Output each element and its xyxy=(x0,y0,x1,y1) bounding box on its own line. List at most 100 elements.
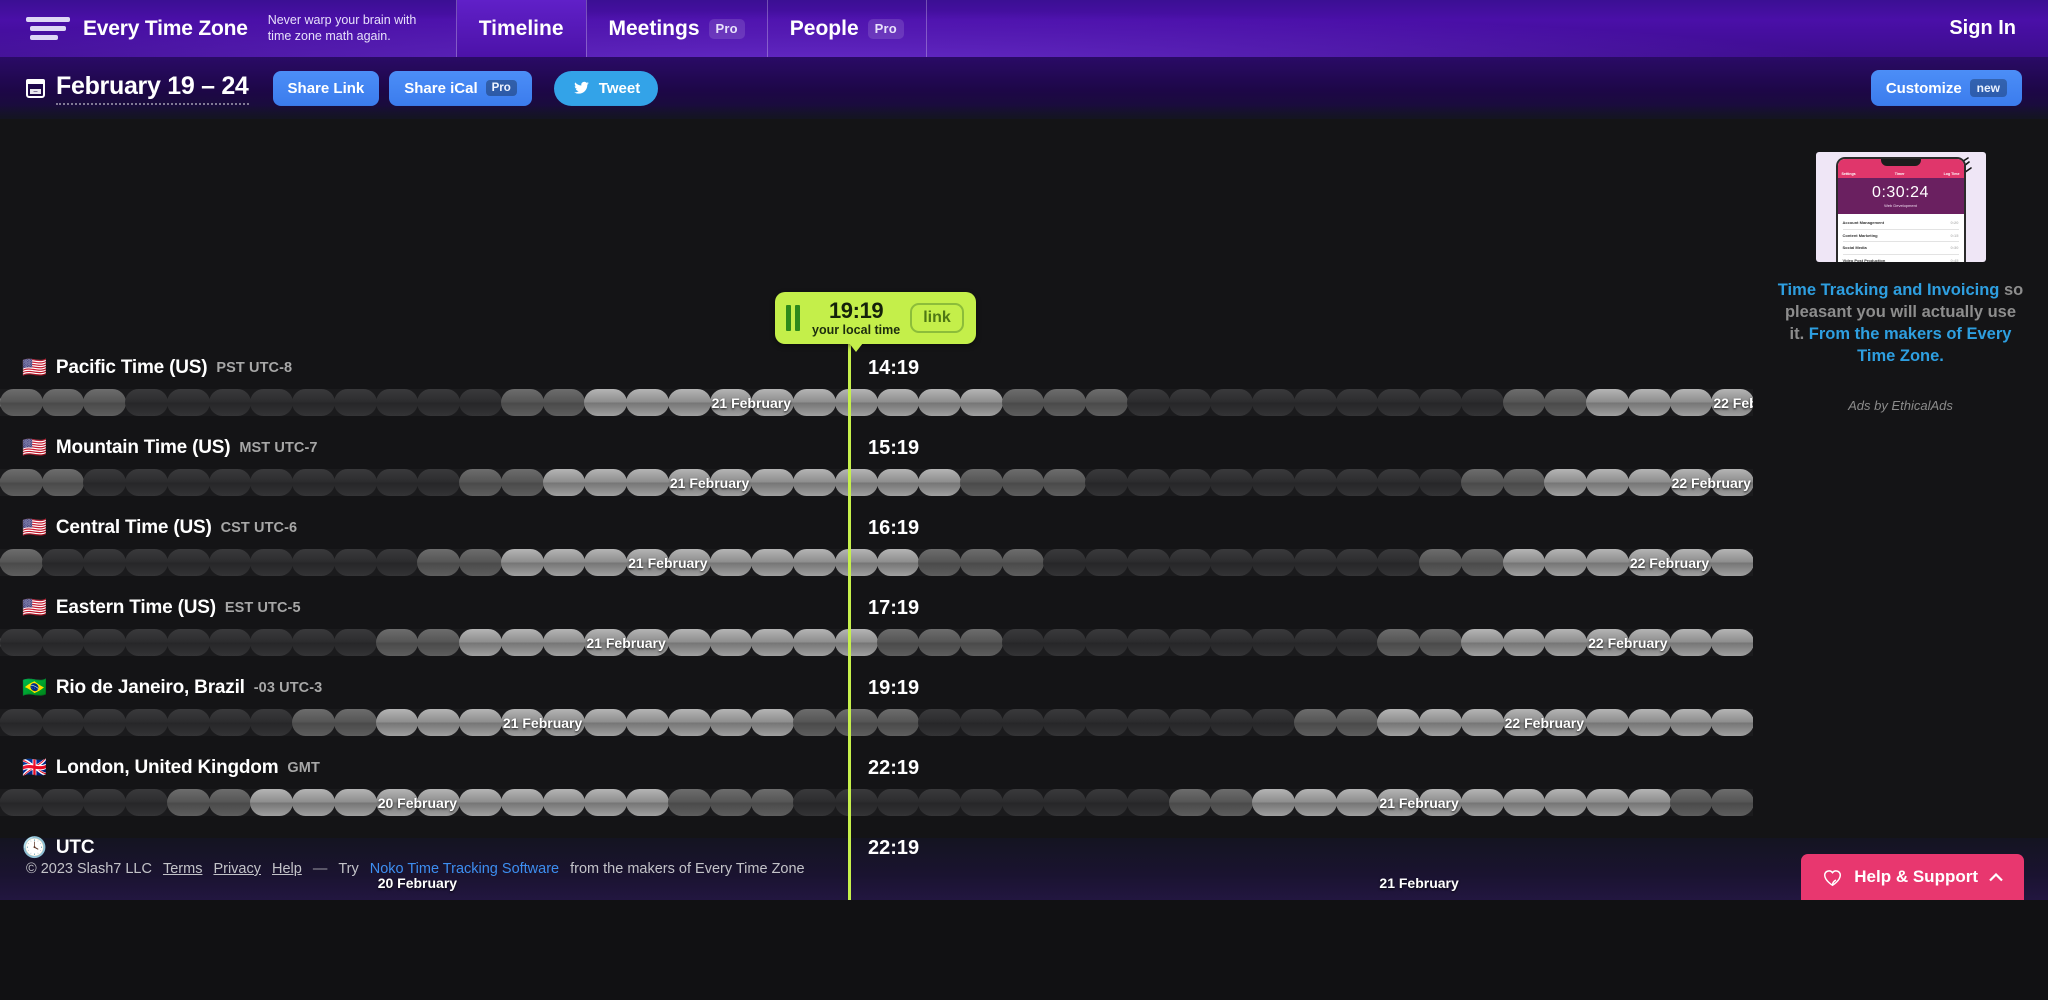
timezone-abbr: MST UTC-7 xyxy=(239,440,318,456)
hour-segment xyxy=(793,549,836,576)
help-support-button[interactable]: Help & Support xyxy=(1801,854,2024,900)
timezone-abbr: -03 UTC-3 xyxy=(253,680,323,696)
ad-link-primary[interactable]: Time Tracking and Invoicing xyxy=(1778,281,2000,299)
hour-segment xyxy=(1711,789,1753,816)
hour-segment xyxy=(1502,389,1546,416)
share-link-button[interactable]: Share Link xyxy=(272,70,380,106)
hour-segment xyxy=(0,709,43,736)
nav-item-label: Timeline xyxy=(478,16,564,40)
hour-segment xyxy=(459,629,502,656)
hour-segment xyxy=(1460,549,1504,576)
hour-segment xyxy=(1544,789,1588,816)
tweet-button[interactable]: Tweet xyxy=(553,70,659,106)
day-night-bar[interactable]: 21 February22 February xyxy=(0,629,1753,656)
hour-segment xyxy=(0,469,43,496)
hour-segment xyxy=(1627,389,1671,416)
phone-task-value: 0:15 xyxy=(1950,232,1959,238)
hour-segment xyxy=(1377,629,1421,656)
hour-segment xyxy=(500,549,544,576)
hour-segment xyxy=(1001,629,1045,656)
hour-segment xyxy=(1669,789,1713,816)
hour-segment xyxy=(793,389,836,416)
nav-item-meetings[interactable]: Meetings Pro xyxy=(587,0,767,57)
hour-segment xyxy=(876,709,920,736)
hour-segment xyxy=(1168,629,1212,656)
pause-icon[interactable] xyxy=(786,305,800,332)
hour-segment xyxy=(250,549,294,576)
phone-task-item: Social Media 0:30 xyxy=(1842,242,1959,255)
day-night-bar[interactable]: 21 February22 February xyxy=(0,709,1753,736)
hour-segment xyxy=(0,789,43,816)
timezone-row[interactable]: 🇺🇸 Mountain Time (US) MST UTC-7 15:19 21 Feb… xyxy=(0,427,1753,507)
timeline-area: 19:19 your local time link 🇺🇸 Pacific Tim… xyxy=(0,119,2048,900)
hour-segment xyxy=(208,549,252,576)
hour-segment xyxy=(1502,549,1546,576)
timezone-name: UTC xyxy=(55,837,95,858)
ad-attribution: Ads by EthicalAds xyxy=(1848,397,1953,413)
country-flag-icon: 🕓 xyxy=(22,837,47,859)
timezone-name: Eastern Time (US) xyxy=(55,597,216,618)
link-button[interactable]: link xyxy=(910,303,964,334)
hour-segment xyxy=(667,709,711,736)
hour-segment xyxy=(751,549,795,576)
ad-phone-mockup: Settings Timer Log Time 0:30:24 Web Deve… xyxy=(1837,159,1964,262)
hour-segment xyxy=(876,629,920,656)
calendar-icon xyxy=(26,78,45,98)
hour-segment xyxy=(125,709,168,736)
timezone-row[interactable]: 🇺🇸 Central Time (US) CST UTC-6 16:19 21 Febr… xyxy=(0,507,1753,587)
sign-in-button[interactable]: Sign In xyxy=(1949,17,2016,40)
hour-segment xyxy=(1126,709,1170,736)
hour-segment xyxy=(41,709,85,736)
hour-segment xyxy=(1210,629,1254,656)
timezone-row[interactable]: 🇧🇷 Rio de Janeiro, Brazil -03 UTC-3 19:19 21… xyxy=(0,667,1753,747)
phone-nav-right: Log Time xyxy=(1943,172,1960,176)
hour-segment xyxy=(1419,469,1462,496)
hour-segment xyxy=(1210,549,1254,576)
hour-segment xyxy=(709,709,753,736)
date-range-picker[interactable]: February 19 – 24 xyxy=(56,72,249,105)
hour-segment xyxy=(1627,789,1671,816)
timezone-abbr: EST UTC-5 xyxy=(224,600,301,616)
hour-segment xyxy=(959,709,1003,736)
hour-segment xyxy=(1669,389,1713,416)
hour-segment xyxy=(834,709,878,736)
timezone-current-time: 14:19 xyxy=(868,356,920,379)
hour-segment xyxy=(709,549,753,576)
timezone-row[interactable]: 🇺🇸 Pacific Time (US) PST UTC-8 14:19 21 Febr… xyxy=(0,347,1753,427)
nav-item-people[interactable]: People Pro xyxy=(768,0,926,57)
timezone-row[interactable]: 🇬🇧 London, United Kingdom GMT 22:19 20 Febru… xyxy=(0,747,1753,827)
hour-segment xyxy=(1419,549,1462,576)
hour-segment xyxy=(1168,789,1212,816)
hour-segment xyxy=(41,389,85,416)
phone-task-value: 0:45 xyxy=(1950,258,1959,262)
hour-segment xyxy=(959,389,1003,416)
hour-segment xyxy=(751,389,795,416)
hour-segment xyxy=(417,789,461,816)
hour-segment xyxy=(793,789,836,816)
hour-segment xyxy=(1460,629,1504,656)
hour-segment xyxy=(250,789,294,816)
hour-segment xyxy=(83,629,127,656)
day-night-bar[interactable]: 21 February22 February xyxy=(0,549,1753,576)
hour-segment xyxy=(166,469,210,496)
nav-divider xyxy=(766,0,768,57)
hour-segment xyxy=(500,709,544,736)
day-night-bar[interactable]: 21 February22 February xyxy=(0,469,1753,496)
day-night-bar[interactable]: 20 February 21 February xyxy=(0,789,1753,816)
brand-logo[interactable]: Every Time Zone xyxy=(0,17,248,41)
hour-segment xyxy=(0,629,43,656)
nav-item-timeline[interactable]: Timeline xyxy=(456,0,586,57)
share-ical-button[interactable]: Share iCal Pro xyxy=(389,70,532,106)
local-time-badge[interactable]: 19:19 your local time link xyxy=(775,292,976,353)
hour-segment xyxy=(709,389,753,416)
hour-segment xyxy=(1252,469,1295,496)
customize-button[interactable]: Customize new xyxy=(1870,70,2022,106)
hour-segment xyxy=(667,629,711,656)
ad-link-secondary[interactable]: From the makers of Every Time Zone. xyxy=(1809,325,2012,365)
hour-segment xyxy=(375,469,419,496)
timezone-row[interactable]: 🇺🇸 Eastern Time (US) EST UTC-5 17:19 21 Febr… xyxy=(0,587,1753,667)
hour-segment xyxy=(1627,549,1671,576)
day-night-bar[interactable]: 21 February22 February xyxy=(0,389,1753,416)
local-time-value: 19:19 xyxy=(828,298,884,323)
ad-image[interactable]: Settings Timer Log Time 0:30:24 Web Deve… xyxy=(1815,152,1986,262)
